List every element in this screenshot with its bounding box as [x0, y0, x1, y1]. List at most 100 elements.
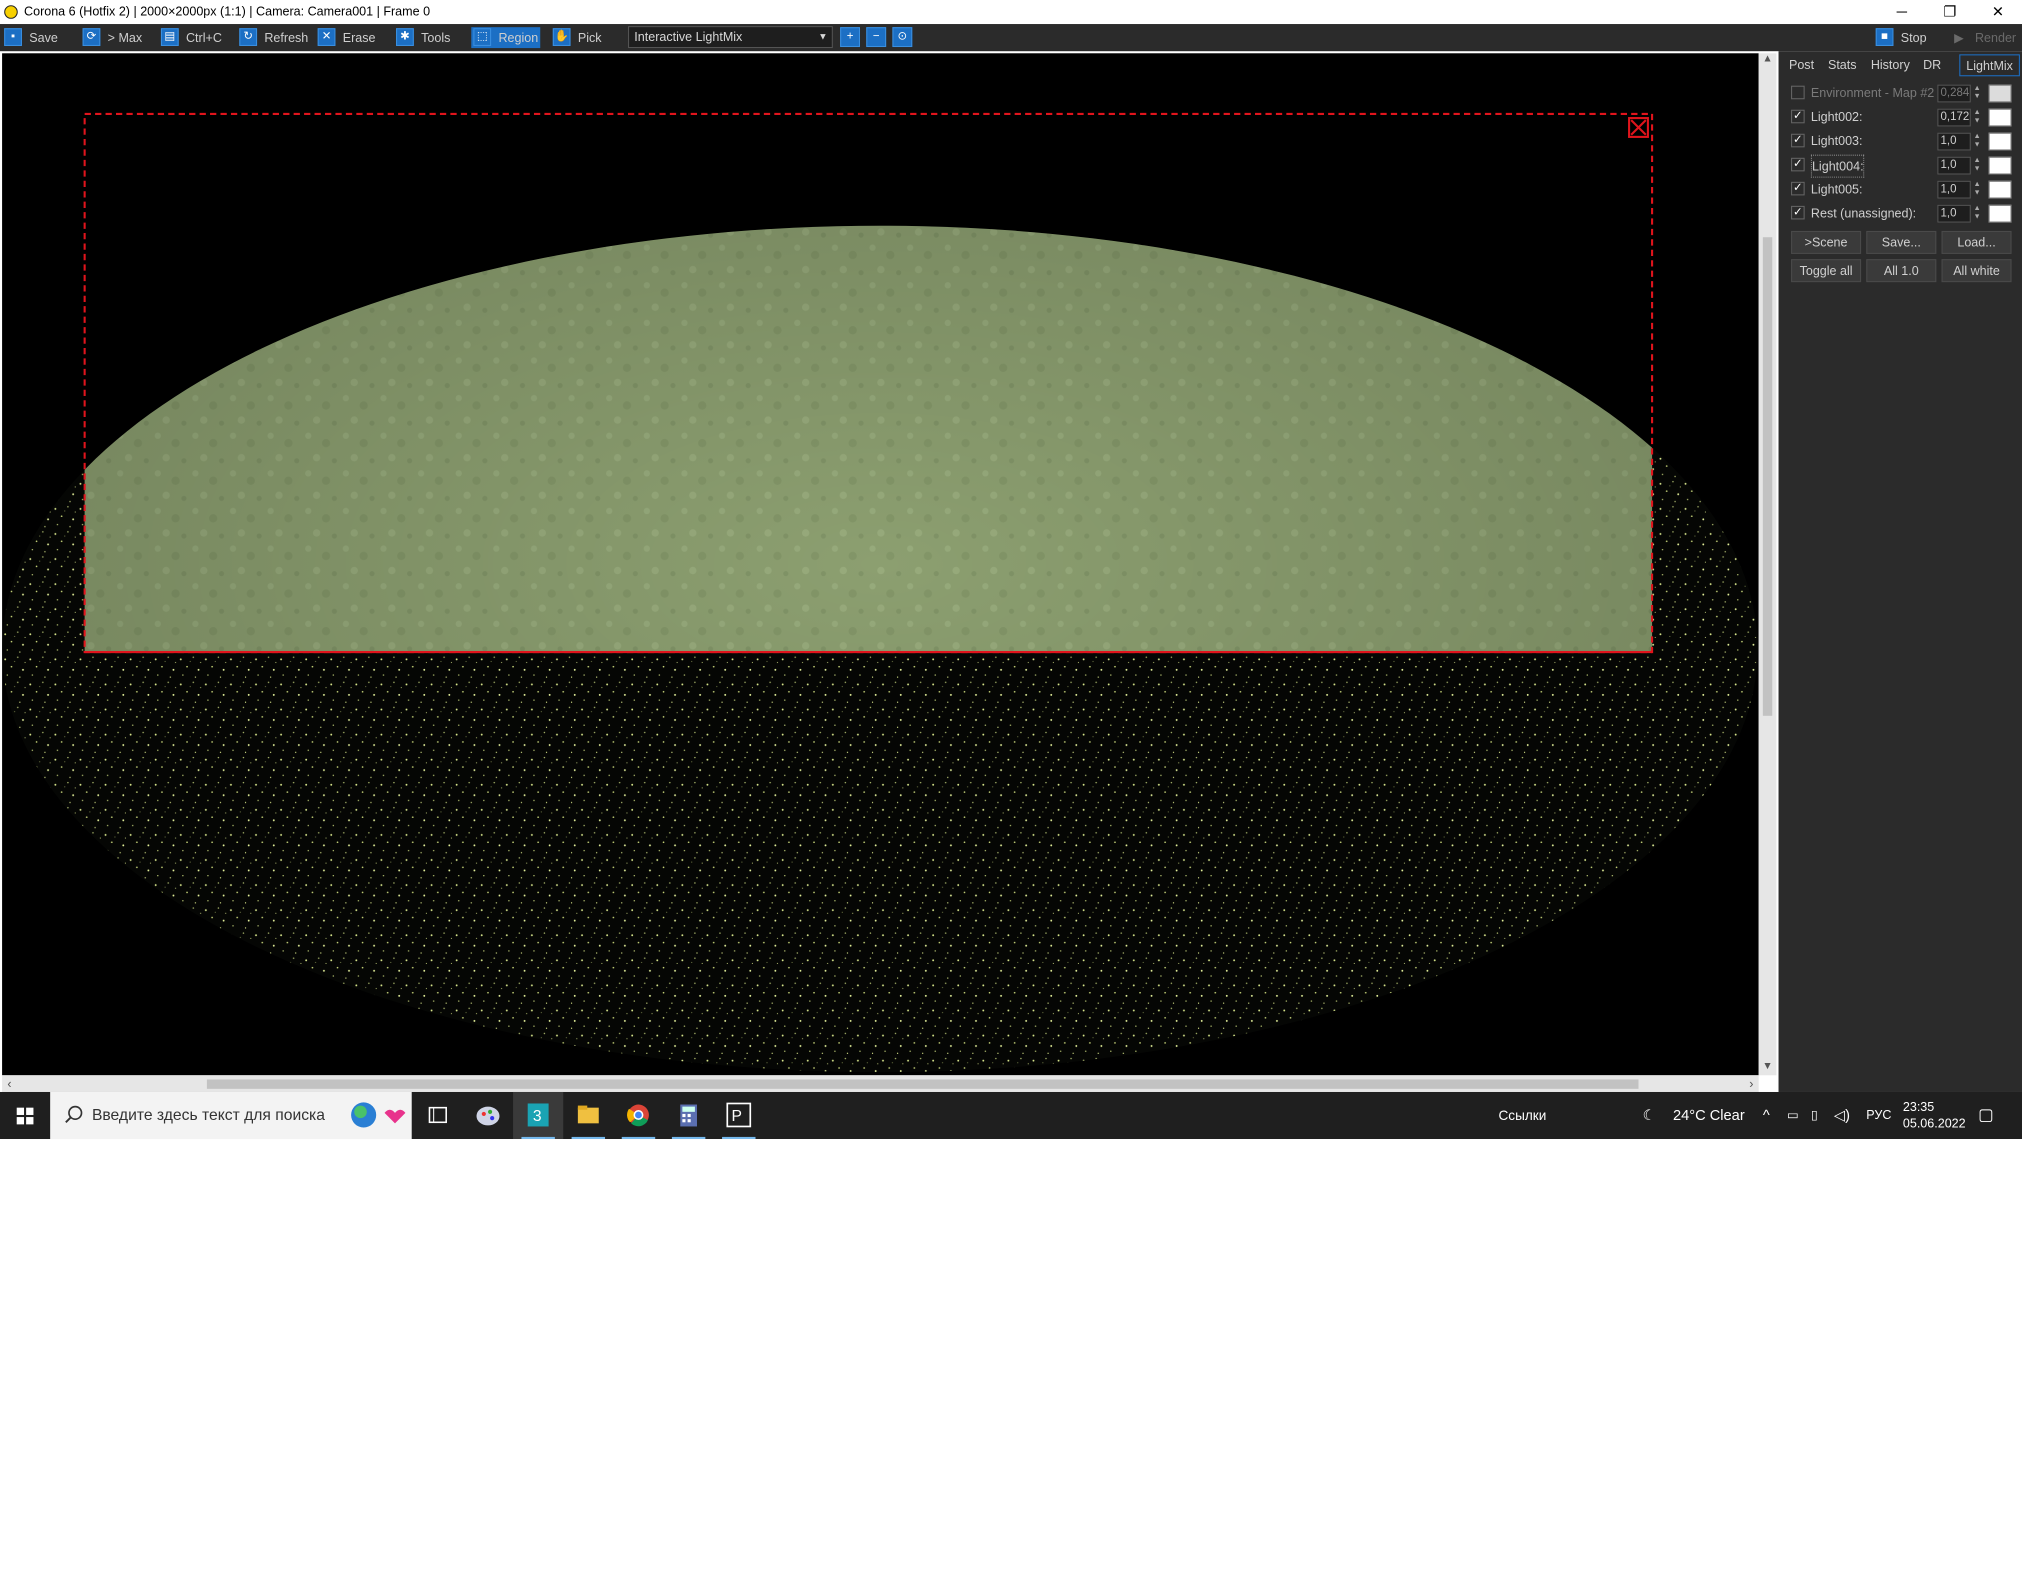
light-checkbox[interactable]: [1791, 85, 1805, 100]
vertical-scroll-thumb[interactable]: [1762, 237, 1773, 716]
task-view-icon[interactable]: [413, 1092, 463, 1139]
all-one-button[interactable]: All 1.0: [1866, 259, 1937, 283]
volume-icon[interactable]: ◁): [1834, 1092, 1850, 1139]
tab-dr[interactable]: DR: [1919, 54, 1946, 76]
close-button[interactable]: ✕: [1974, 0, 2022, 24]
panel-tabs: Post Stats History DR LightMix: [1779, 54, 2022, 77]
light-row-light002: ✓ Light002: 0,172 ▲ ▼: [1791, 107, 2016, 128]
color-swatch[interactable]: [1988, 180, 2012, 199]
render-button[interactable]: ▶ Render: [1950, 27, 2021, 48]
light-row-environment: Environment - Map #2 0,284 ▲ ▼: [1791, 83, 2016, 104]
send-to-max-button[interactable]: ⟳ > Max: [80, 27, 155, 48]
stop-icon: ■: [1875, 28, 1894, 46]
side-panel: Post Stats History DR LightMix Environme…: [1778, 51, 2022, 1092]
save-icon: ▪: [4, 28, 22, 46]
search-icon: [65, 1105, 83, 1123]
spinner-icon[interactable]: ▲ ▼: [1972, 109, 1982, 127]
search-highlight-icon: [351, 1102, 406, 1128]
stop-button[interactable]: ■ Stop: [1874, 27, 1939, 48]
start-button[interactable]: [0, 1092, 50, 1139]
minimize-button[interactable]: ─: [1878, 0, 1926, 24]
language-indicator[interactable]: РУС: [1866, 1092, 1891, 1139]
color-swatch[interactable]: [1988, 132, 2012, 151]
mode-select[interactable]: Interactive LightMix ▼: [628, 26, 833, 49]
restore-button[interactable]: ❐: [1926, 0, 1974, 24]
svg-text:P: P: [731, 1108, 741, 1125]
clock-date[interactable]: 05.06.2022: [1903, 1100, 1966, 1147]
color-swatch[interactable]: [1988, 204, 2012, 223]
spinner-icon[interactable]: ▲ ▼: [1972, 157, 1982, 175]
region-icon: ⬚: [473, 28, 492, 46]
vertical-scrollbar[interactable]: ▲ ▼: [1758, 53, 1777, 1076]
weather-widget[interactable]: 24°C Clear: [1673, 1092, 1745, 1139]
refresh-button[interactable]: ↻ Refresh: [237, 27, 312, 48]
intensity-field[interactable]: 0,284: [1937, 84, 1971, 103]
corona-vfb-icon[interactable]: P: [714, 1092, 764, 1140]
spinner-icon[interactable]: ▲ ▼: [1972, 133, 1982, 151]
battery-icon[interactable]: ▯: [1811, 1092, 1818, 1139]
hand-icon: ✋: [552, 28, 571, 46]
color-swatch[interactable]: [1988, 108, 2012, 127]
tab-lightmix[interactable]: LightMix: [1959, 54, 2020, 77]
spinner-icon[interactable]: ▲ ▼: [1972, 181, 1982, 199]
horizontal-scroll-thumb[interactable]: [206, 1079, 1639, 1089]
intensity-field[interactable]: 1,0: [1937, 180, 1971, 199]
color-swatch[interactable]: [1988, 156, 2012, 175]
3ds-max-app-icon[interactable]: 3: [513, 1091, 564, 1140]
erase-button[interactable]: ✕ Erase: [316, 27, 391, 48]
intensity-field[interactable]: 1,0: [1937, 156, 1971, 175]
tab-post[interactable]: Post: [1784, 54, 1820, 76]
scroll-down-icon[interactable]: ▼: [1759, 1061, 1777, 1076]
scroll-left-icon[interactable]: ‹: [2, 1075, 17, 1092]
region-button[interactable]: ⬚ Region: [471, 27, 541, 49]
load-lightmix-button[interactable]: Load...: [1941, 230, 2012, 254]
links-toolbar[interactable]: Ссылки: [1498, 1092, 1546, 1139]
max-icon: ⟳: [82, 28, 101, 46]
zoom-out-icon[interactable]: −: [866, 27, 887, 48]
render-viewport[interactable]: [2, 53, 1759, 1076]
checkmark-icon[interactable]: ✓: [1791, 181, 1805, 196]
color-swatch[interactable]: [1988, 84, 2012, 103]
scroll-right-icon[interactable]: ›: [1744, 1075, 1759, 1092]
save-button[interactable]: ▪ Save: [2, 27, 69, 48]
tools-button[interactable]: ✱ Tools: [394, 27, 469, 48]
zoom-in-icon[interactable]: +: [840, 27, 861, 48]
svg-text:3: 3: [533, 1108, 542, 1125]
light-row-rest: ✓ Rest (unassigned): 1,0 ▲ ▼: [1791, 203, 2016, 224]
checkmark-icon[interactable]: ✓: [1791, 157, 1805, 172]
paint-app-icon[interactable]: [463, 1092, 513, 1139]
network-icon[interactable]: ▭: [1787, 1092, 1799, 1139]
intensity-field[interactable]: 1,0: [1937, 132, 1971, 151]
file-explorer-icon[interactable]: [563, 1092, 613, 1140]
calculator-icon[interactable]: [664, 1092, 714, 1140]
refresh-icon: ↻: [239, 28, 258, 46]
chrome-icon[interactable]: [613, 1092, 663, 1140]
taskbar-search[interactable]: Введите здесь текст для поиска: [50, 1091, 412, 1140]
tab-stats[interactable]: Stats: [1822, 54, 1862, 76]
checkmark-icon[interactable]: ✓: [1791, 205, 1805, 220]
light-row-light004: ✓ Light004: 1,0 ▲ ▼: [1791, 154, 2016, 178]
search-input[interactable]: Введите здесь текст для поиска: [92, 1092, 325, 1139]
play-icon: ▶: [1954, 30, 1964, 45]
intensity-field[interactable]: 0,172: [1937, 108, 1971, 127]
all-white-button[interactable]: All white: [1941, 259, 2012, 283]
toggle-all-button[interactable]: Toggle all: [1791, 259, 1862, 283]
corona-vfb-window: Corona 6 (Hotfix 2) | 2000×2000px (1:1) …: [0, 0, 2022, 1140]
notification-icon[interactable]: ▢: [1978, 1092, 1994, 1139]
erase-icon: ✕: [317, 28, 336, 46]
scroll-up-icon[interactable]: ▲: [1759, 53, 1777, 68]
copy-button[interactable]: ▤ Ctrl+C: [159, 27, 234, 48]
horizontal-scrollbar[interactable]: ‹ ›: [2, 1075, 1759, 1092]
chevron-up-icon[interactable]: ^: [1763, 1092, 1770, 1139]
moon-icon: ☾: [1642, 1106, 1656, 1124]
spinner-icon[interactable]: ▲ ▼: [1972, 205, 1982, 223]
to-scene-button[interactable]: >Scene: [1791, 230, 1862, 254]
checkmark-icon[interactable]: ✓: [1791, 109, 1805, 124]
tab-history[interactable]: History: [1865, 54, 1915, 76]
checkmark-icon[interactable]: ✓: [1791, 133, 1805, 148]
save-lightmix-button[interactable]: Save...: [1866, 230, 1937, 254]
spinner-icon[interactable]: ▲ ▼: [1972, 85, 1982, 103]
zoom-fit-icon[interactable]: ⊙: [892, 27, 913, 48]
intensity-field[interactable]: 1,0: [1937, 204, 1971, 223]
pick-button[interactable]: ✋ Pick: [551, 27, 624, 48]
